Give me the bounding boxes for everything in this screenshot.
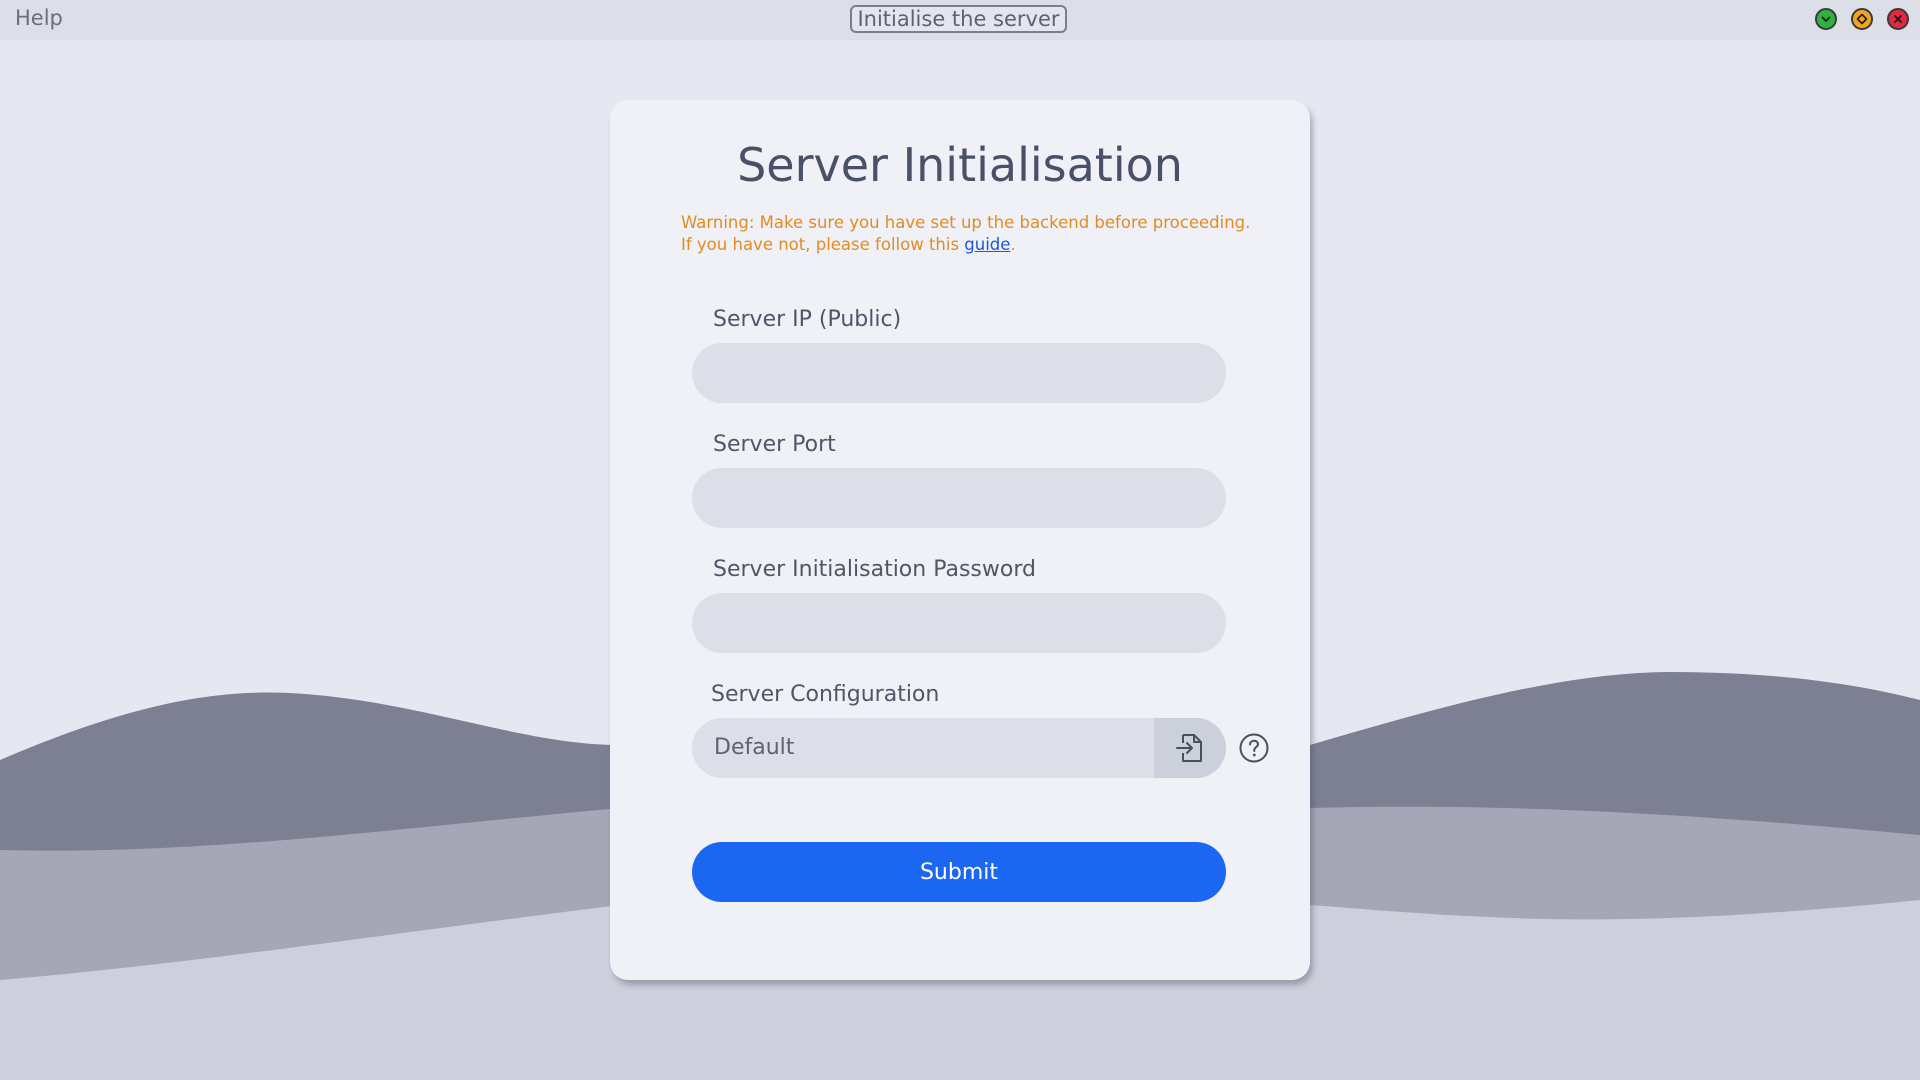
close-button[interactable]	[1887, 8, 1909, 30]
help-icon[interactable]	[1238, 732, 1270, 764]
guide-link[interactable]: guide	[964, 235, 1010, 254]
password-input[interactable]	[692, 593, 1226, 653]
warning-message: Warning: Make sure you have set up the b…	[681, 212, 1261, 256]
server-port-label: Server Port	[713, 432, 836, 457]
server-port-input[interactable]	[692, 468, 1226, 528]
app-window: Help Initialise the server Server Initia…	[0, 0, 1920, 1080]
file-import-icon	[1176, 734, 1202, 762]
window-title: Initialise the server	[850, 5, 1067, 33]
server-ip-input[interactable]	[692, 343, 1226, 403]
server-ip-label: Server IP (Public)	[713, 307, 902, 332]
minimize-button[interactable]	[1851, 8, 1873, 30]
init-card: Server Initialisation Warning: Make sure…	[610, 100, 1310, 980]
import-config-button[interactable]	[1154, 718, 1226, 778]
server-config-field[interactable]: Default	[692, 718, 1226, 778]
close-icon	[1894, 15, 1902, 23]
password-label: Server Initialisation Password	[713, 557, 1036, 582]
diamond-icon	[1856, 13, 1868, 25]
page-title: Server Initialisation	[737, 138, 1183, 192]
submit-button[interactable]: Submit	[692, 842, 1226, 902]
warning-end: .	[1010, 235, 1016, 254]
help-menu[interactable]: Help	[15, 6, 63, 30]
check-icon	[1821, 16, 1831, 22]
maximize-button[interactable]	[1815, 8, 1837, 30]
title-bar: Help Initialise the server	[0, 0, 1920, 40]
server-config-value: Default	[714, 735, 795, 760]
server-config-label: Server Configuration	[711, 682, 940, 707]
